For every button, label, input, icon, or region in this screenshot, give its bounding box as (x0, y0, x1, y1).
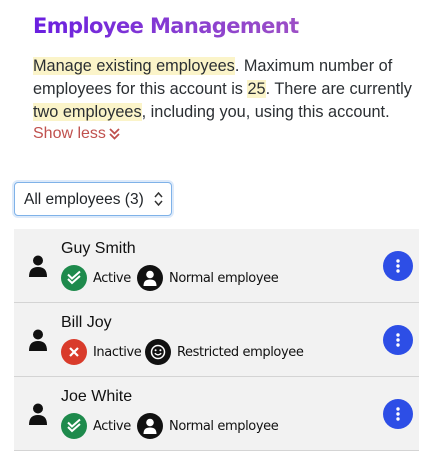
person-icon (29, 403, 47, 425)
status-label: Inactive (93, 344, 142, 360)
person-icon (29, 255, 47, 277)
employee-name: Bill Joy (61, 314, 112, 331)
check-icon (61, 265, 87, 291)
show-less-label: Show less (33, 125, 106, 142)
employee-menu-button[interactable] (383, 399, 413, 429)
type-label: Restricted employee (177, 344, 304, 360)
employee-name: Guy Smith (61, 240, 136, 257)
max-employees-value: 25 (247, 80, 266, 98)
show-less-link[interactable]: Show less (33, 125, 120, 143)
status-badge: Active (61, 413, 131, 439)
vertical-dots-icon (396, 333, 400, 347)
current-employees-value: two employees (33, 103, 142, 121)
description-highlight-manage: Manage existing employees (33, 57, 235, 75)
vertical-dots-icon (396, 259, 400, 273)
x-icon (61, 339, 87, 365)
employee-filter-value: All employees (3) (24, 191, 144, 208)
page-description: Manage existing employees. Maximum numbe… (33, 55, 423, 124)
user-icon (137, 265, 163, 291)
page-title: Employee Management (33, 14, 299, 38)
employee-menu-button[interactable] (383, 251, 413, 281)
employee-management-page: Employee Management Manage existing empl… (0, 0, 433, 468)
vertical-dots-icon (396, 407, 400, 421)
employee-menu-button[interactable] (383, 325, 413, 355)
status-badge: Inactive (61, 339, 142, 365)
status-label: Active (93, 418, 131, 434)
select-arrows-icon (154, 191, 163, 207)
description-text: , including you, using this account. (141, 103, 390, 121)
double-chevron-up-icon (109, 128, 120, 140)
employee-list: Guy Smith Active Normal employee Bill Jo… (14, 229, 419, 451)
employee-row: Joe White Active Normal employee (14, 377, 419, 451)
smile-icon (145, 339, 171, 365)
employee-row: Guy Smith Active Normal employee (14, 229, 419, 303)
description-text: . There are currently (265, 80, 412, 98)
type-badge: Normal employee (137, 265, 279, 291)
type-label: Normal employee (169, 270, 279, 286)
employee-row: Bill Joy Inactive Restricted employee (14, 303, 419, 377)
type-badge: Restricted employee (145, 339, 304, 365)
status-label: Active (93, 270, 131, 286)
check-icon (61, 413, 87, 439)
type-label: Normal employee (169, 418, 279, 434)
employee-filter-select[interactable]: All employees (3) (14, 182, 172, 216)
person-icon (29, 329, 47, 351)
user-icon (137, 413, 163, 439)
employee-name: Joe White (61, 388, 133, 405)
type-badge: Normal employee (137, 413, 279, 439)
status-badge: Active (61, 265, 131, 291)
